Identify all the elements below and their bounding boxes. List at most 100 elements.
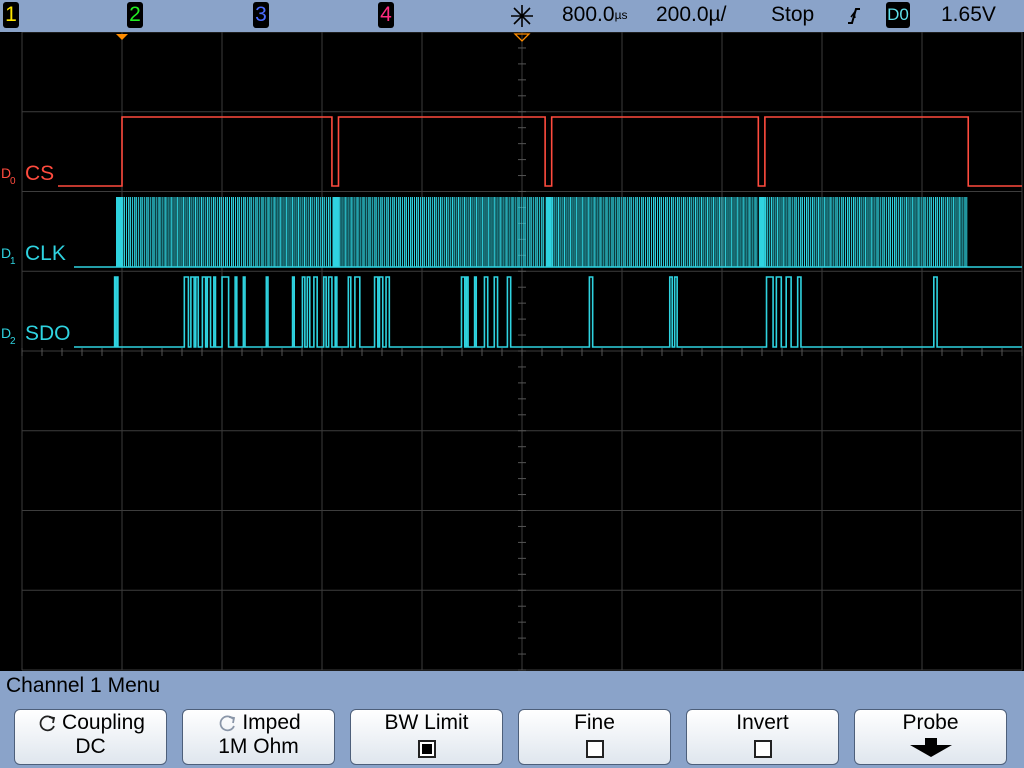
clk-pulse xyxy=(297,197,300,267)
channel-2-indicator[interactable]: 2 xyxy=(127,2,143,28)
clk-pulse xyxy=(666,197,668,267)
channel-3-indicator[interactable]: 3 xyxy=(253,2,269,28)
clk-pulse xyxy=(523,197,525,267)
clk-pulse xyxy=(625,197,627,267)
clk-pulse xyxy=(273,197,275,267)
clk-pulse xyxy=(162,197,164,267)
clk-pulse xyxy=(649,197,651,267)
clk-pulse xyxy=(829,197,831,267)
coupling-softkey[interactable]: Coupling DC xyxy=(14,709,167,765)
clk-pulse xyxy=(287,197,289,267)
clk-pulse xyxy=(800,197,802,267)
clk-pulse xyxy=(467,197,469,267)
clk-pulse xyxy=(543,197,545,267)
probe-softkey[interactable]: Probe xyxy=(854,709,1007,765)
bw-limit-checkbox[interactable] xyxy=(417,739,436,758)
clk-pulse xyxy=(503,197,505,267)
clk-pulse xyxy=(858,197,861,267)
clk-pulse xyxy=(629,197,631,267)
clk-pulse xyxy=(366,197,368,267)
fine-softkey[interactable]: Fine xyxy=(518,709,671,765)
clk-pulse xyxy=(611,197,613,267)
clk-pulse xyxy=(481,197,483,267)
clk-pulse xyxy=(921,197,923,267)
clk-pulse xyxy=(931,197,933,267)
clk-pulse xyxy=(128,197,130,267)
clk-pulse xyxy=(864,197,866,267)
clk-pulse xyxy=(317,197,319,267)
clk-pulse xyxy=(946,197,949,267)
clk-pulse xyxy=(419,197,421,267)
channel-1-indicator[interactable]: 1 xyxy=(3,2,19,28)
clk-pulse xyxy=(905,197,908,267)
trigger-source[interactable]: D0 xyxy=(886,2,910,28)
clk-pulse xyxy=(662,197,664,267)
clk-pulse xyxy=(251,197,253,267)
clk-pulse xyxy=(740,197,742,267)
clk-pulse xyxy=(212,197,215,267)
clk-pulse xyxy=(477,197,479,267)
clk-pulse xyxy=(656,197,658,267)
clk-pulse xyxy=(609,197,611,267)
clk-pulse xyxy=(376,197,378,267)
clk-pulse xyxy=(437,197,439,267)
clk-pulse xyxy=(686,197,688,267)
fine-checkbox[interactable] xyxy=(585,739,604,758)
horizontal-delay[interactable]: 800.0µs xyxy=(562,2,627,28)
clk-pulse xyxy=(154,197,156,267)
clk-pulse xyxy=(952,197,954,267)
clk-pulse xyxy=(241,197,243,267)
clk-pulse xyxy=(188,197,191,267)
clk-pulse xyxy=(176,197,178,267)
impedance-softkey[interactable]: Imped 1M Ohm xyxy=(182,709,335,765)
bw-limit-softkey[interactable]: BW Limit xyxy=(350,709,503,765)
clk-pulse xyxy=(281,197,283,267)
clk-pulse xyxy=(146,197,148,267)
clk-pulse xyxy=(823,197,825,267)
clk-pulse xyxy=(285,197,287,267)
clk-pulse xyxy=(813,197,815,267)
clk-pulse xyxy=(433,197,436,267)
clk-pulse xyxy=(417,197,419,267)
timebase-scale[interactable]: 200.0µ/ xyxy=(656,2,727,28)
clk-pulse xyxy=(370,197,372,267)
clk-pulse xyxy=(350,197,352,267)
menu-title: Channel 1 Menu xyxy=(6,674,161,697)
clk-pulse xyxy=(463,197,466,267)
cycle-arrow-icon xyxy=(39,715,56,732)
clk-pulse xyxy=(768,197,770,267)
clk-pulse xyxy=(253,197,255,267)
clk-pulse xyxy=(868,197,870,267)
clk-pulse xyxy=(716,197,718,267)
clk-pulse xyxy=(950,197,952,267)
channel-4-indicator[interactable]: 4 xyxy=(378,2,394,28)
trigger-level[interactable]: 1.65V xyxy=(941,2,996,28)
clk-pulse xyxy=(690,197,692,267)
clk-pulse xyxy=(678,197,680,267)
clk-pulse xyxy=(495,197,497,267)
clk-pulse xyxy=(301,197,303,267)
clk-pulse xyxy=(519,197,521,267)
waveform-display[interactable]: D 0 CS D 1 CLK D 2 SDO xyxy=(0,32,1024,671)
clk-pulse xyxy=(329,197,331,267)
clk-pulse xyxy=(396,197,398,267)
graticule xyxy=(21,32,1023,671)
clk-pulse xyxy=(764,197,767,267)
clk-pulse xyxy=(356,197,358,267)
clk-pulse xyxy=(210,197,212,267)
clk-pulse xyxy=(599,197,601,267)
clk-pulse xyxy=(786,197,788,267)
clk-pulse xyxy=(870,197,872,267)
run-state[interactable]: Stop xyxy=(771,2,814,28)
invert-checkbox[interactable] xyxy=(753,739,772,758)
invert-softkey[interactable]: Invert xyxy=(686,709,839,765)
clk-pulse xyxy=(843,197,845,267)
clk-pulse xyxy=(388,197,390,267)
clk-pulse xyxy=(505,197,507,267)
clk-pulse xyxy=(583,197,585,267)
clk-pulse xyxy=(475,197,477,267)
d1-label: D 1 CLK xyxy=(1,242,66,267)
clk-pulse xyxy=(303,197,306,267)
clk-pulse xyxy=(378,197,380,267)
clk-pulse xyxy=(487,197,489,267)
